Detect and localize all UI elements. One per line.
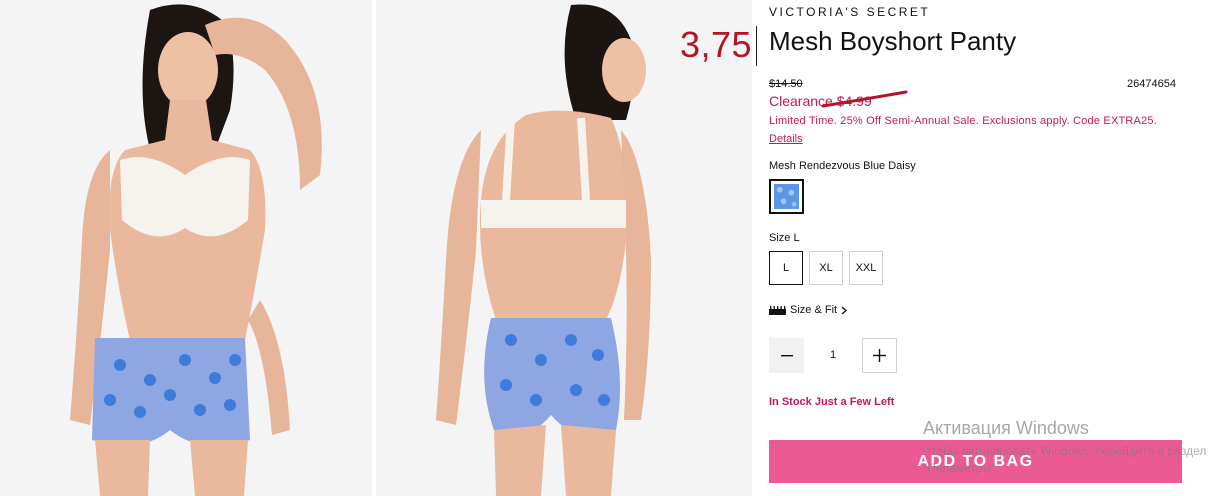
windows-activation-title: Активация Windows <box>923 418 1089 438</box>
chevron-right-icon <box>841 306 848 314</box>
details-link[interactable]: Details <box>769 133 803 145</box>
color-name-label: Mesh Rendezvous Blue Daisy <box>769 160 916 172</box>
brand-name[interactable]: VICTORIA'S SECRET <box>769 5 930 19</box>
daisy-pattern-icon <box>774 184 799 209</box>
stock-status: In Stock Just a Few Left <box>769 396 895 408</box>
windows-activation-subtitle: Чтобы активировать Windows, перейдите в … <box>923 444 1207 475</box>
size-button-xl[interactable]: XL <box>809 251 843 285</box>
original-price: $14.50 <box>769 78 803 90</box>
size-fit-label: Size & Fit <box>790 304 838 316</box>
quantity-value[interactable]: 1 <box>812 349 854 361</box>
model-back-illustration <box>376 0 752 496</box>
minus-icon <box>780 354 793 356</box>
product-image-front[interactable] <box>0 0 372 496</box>
size-button-l[interactable]: L <box>769 251 803 285</box>
red-strike-annotation <box>821 90 908 108</box>
selected-size-label: Size L <box>769 232 800 244</box>
text-cursor <box>756 26 757 66</box>
plus-icon <box>873 349 886 362</box>
product-sku: 26474654 <box>1127 78 1176 90</box>
quantity-increase-button[interactable] <box>862 338 897 373</box>
overlay-handwritten-price: 3,75 <box>680 24 753 65</box>
model-front-illustration <box>0 0 372 496</box>
product-title: Mesh Boyshort Panty <box>769 26 1017 56</box>
swatch-pattern <box>774 184 799 209</box>
size-button-xxl[interactable]: XXL <box>849 251 883 285</box>
product-image-back[interactable] <box>376 0 752 496</box>
ruler-icon <box>769 305 786 315</box>
quantity-decrease-button[interactable] <box>769 338 804 373</box>
color-swatch-blue-daisy[interactable] <box>769 179 804 214</box>
size-fit-link[interactable]: Size & Fit <box>769 304 848 316</box>
promo-message: Limited Time. 25% Off Semi-Annual Sale. … <box>769 115 1157 127</box>
